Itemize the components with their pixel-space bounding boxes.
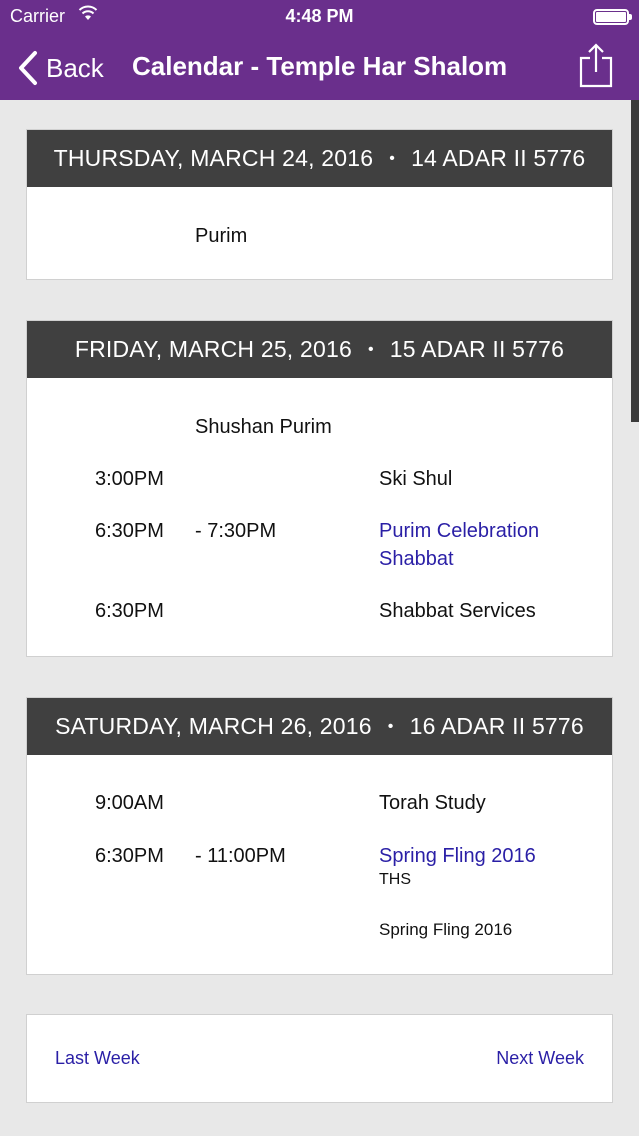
event-description: Spring Fling 2016	[379, 920, 513, 939]
week-pager: Last Week Next Week	[26, 1014, 613, 1103]
hebrew-date: 16 ADAR II 5776	[409, 713, 584, 739]
share-icon[interactable]	[579, 42, 613, 88]
holiday-label: Purim	[195, 225, 248, 247]
nav-bar: Back Calendar - Temple Har Shalom	[0, 36, 639, 100]
day-card: THURSDAY, MARCH 24, 2016 • 14 ADAR II 57…	[26, 129, 613, 280]
hebrew-date: 14 ADAR II 5776	[411, 145, 586, 171]
day-card: FRIDAY, MARCH 25, 2016 • 15 ADAR II 5776…	[26, 320, 613, 657]
event-end-time: - 11:00PM	[195, 845, 286, 867]
page-title: Calendar - Temple Har Shalom	[132, 51, 508, 81]
last-week-link[interactable]: Last Week	[55, 1048, 140, 1069]
event-start-time: 6:30PM	[95, 520, 164, 542]
clock: 4:48 PM	[285, 6, 354, 26]
event-title: Ski Shul	[379, 468, 453, 490]
event-title: Shabbat Services	[379, 600, 536, 622]
battery-icon	[593, 9, 632, 25]
event-start-time: 6:30PM	[95, 845, 164, 867]
holiday-label: Shushan Purim	[195, 416, 332, 438]
event-title-link[interactable]: Shabbat	[379, 548, 454, 571]
event-title-link[interactable]: Purim Celebration	[379, 520, 539, 543]
date-separator: •	[387, 717, 394, 735]
background-strip	[631, 100, 639, 422]
event-start-time: 6:30PM	[95, 600, 164, 622]
status-bar: Carrier 4:48 PM	[0, 0, 639, 36]
day-header: THURSDAY, MARCH 24, 2016 • 14 ADAR II 57…	[27, 130, 612, 187]
hebrew-date: 15 ADAR II 5776	[389, 336, 565, 362]
day-card: SATURDAY, MARCH 26, 2016 • 16 ADAR II 57…	[26, 697, 613, 975]
back-label: Back	[46, 52, 104, 83]
gregorian-date: FRIDAY, MARCH 25, 2016	[74, 336, 352, 362]
date-separator: •	[367, 340, 374, 358]
gregorian-date: SATURDAY, MARCH 26, 2016	[55, 713, 372, 739]
event-location: THS	[379, 871, 411, 888]
day-header: SATURDAY, MARCH 26, 2016 • 16 ADAR II 57…	[27, 698, 612, 755]
event-title: Torah Study	[379, 792, 486, 814]
event-start-time: 9:00AM	[95, 792, 164, 814]
event-end-time: - 7:30PM	[195, 520, 277, 542]
chevron-left-icon	[19, 51, 37, 85]
gregorian-date: THURSDAY, MARCH 24, 2016	[53, 145, 374, 171]
back-button[interactable]: Back	[16, 48, 104, 88]
event-title-link[interactable]: Spring Fling 2016	[379, 845, 536, 868]
next-week-link[interactable]: Next Week	[496, 1048, 584, 1069]
day-header: FRIDAY, MARCH 25, 2016 • 15 ADAR II 5776	[27, 321, 612, 378]
date-separator: •	[389, 149, 396, 167]
event-start-time: 3:00PM	[95, 468, 164, 490]
